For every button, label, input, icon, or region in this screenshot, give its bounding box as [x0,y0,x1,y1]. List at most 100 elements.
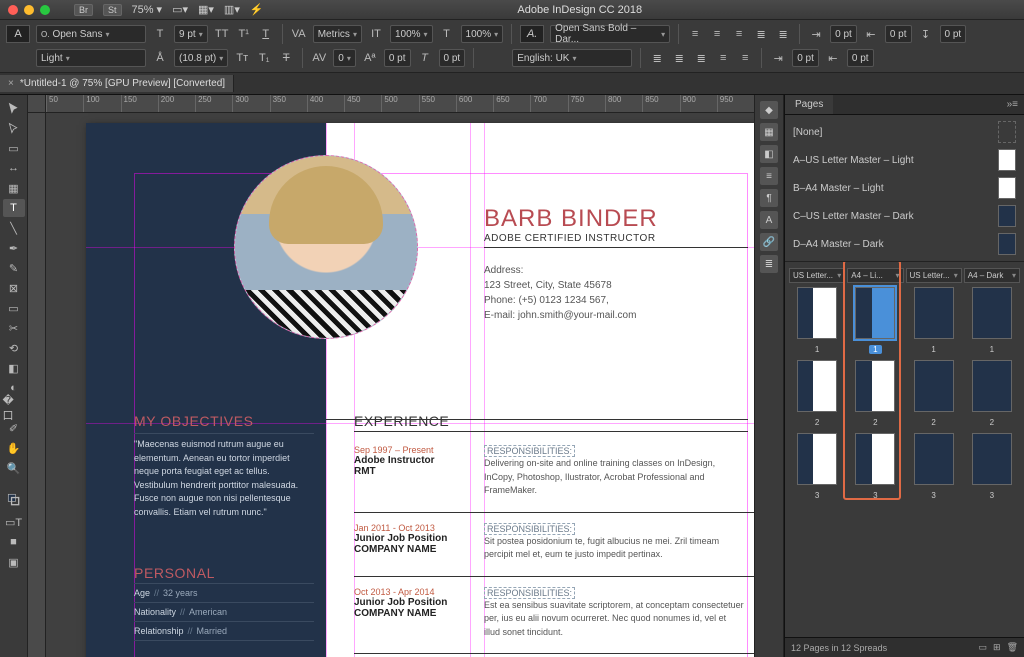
paragraph-styles-icon[interactable]: ¶ [760,189,778,207]
font-family-select[interactable]: O.Open Sans▾ [36,25,146,43]
zoom-tool-icon[interactable]: 🔍 [3,459,25,477]
resume-name[interactable]: BARB BINDER [484,205,658,233]
page-thumbnail[interactable] [914,360,954,412]
contact-block[interactable]: Address: 123 Street, City, State 45678 P… [484,263,636,323]
document-tab[interactable]: × *Untitled-1 @ 75% [GPU Preview] [Conve… [0,75,234,92]
apply-color-icon[interactable]: ■ [3,533,25,551]
stroke-icon[interactable]: ≡ [760,167,778,185]
skew-input[interactable]: 0 pt [439,49,466,67]
underline-icon[interactable]: T [258,26,274,42]
justify-all-icon[interactable]: ≣ [775,26,791,42]
font-size-select[interactable]: 9 pt▾ [174,25,208,43]
leading-select[interactable]: (10.8 pt)▾ [174,49,228,67]
page-group-header[interactable]: A4 – Dark▾ [964,268,1020,283]
pencil-tool-icon[interactable]: ✎ [3,259,25,277]
page-thumbnail[interactable] [797,360,837,412]
ruler-corner[interactable] [28,95,46,113]
horizontal-ruler[interactable]: 5010015020025030035040045050055060065070… [46,95,754,113]
type-tool-icon[interactable]: T [3,199,25,217]
kerning-select[interactable]: Metrics▾ [313,25,362,43]
justify-left-icon[interactable]: ≣ [649,50,665,66]
master-none[interactable]: [None] [793,121,1016,143]
experience-entry[interactable]: Jan 2011 - Oct 2013Junior Job PositionCO… [354,523,754,562]
master-item[interactable]: A–US Letter Master – Light [793,149,1016,171]
layers-icon[interactable]: ≣ [760,255,778,273]
justify-icon[interactable]: ≣ [753,26,769,42]
align-left-icon[interactable]: ≡ [687,26,703,42]
links-icon[interactable]: 🔗 [760,233,778,251]
page-thumbnail[interactable] [855,287,895,339]
scissors-tool-icon[interactable]: ✂ [3,319,25,337]
window-close-icon[interactable] [8,5,18,15]
free-transform-tool-icon[interactable]: ⟲ [3,339,25,357]
color-icon[interactable]: ◧ [760,145,778,163]
align-right-icon[interactable]: ≡ [731,26,747,42]
canvas-area[interactable]: 5010015020025030035040045050055060065070… [28,95,754,657]
pen-tool-icon[interactable]: ✒ [3,239,25,257]
gpu-icon[interactable]: ⚡ [250,3,264,16]
scalex-select[interactable]: 100%▾ [390,25,433,43]
new-page-icon[interactable]: ⊞ [993,642,1001,653]
space-before-input[interactable]: 0 pt [940,25,967,43]
master-item[interactable]: C–US Letter Master – Dark [793,205,1016,227]
personal-block[interactable]: PERSONAL Age//32 yearsNationality//Ameri… [134,565,314,643]
page-thumbnail[interactable] [914,433,954,485]
stock-badge[interactable]: St [103,4,122,16]
objectives-block[interactable]: MY OBJECTIVES "Maecenas euismod rutrum a… [134,413,314,519]
vertical-ruler[interactable] [28,113,46,657]
space-after-input[interactable]: 0 pt [847,49,874,67]
page-tool-icon[interactable]: ▭ [3,139,25,157]
view-options-icon[interactable]: ▭▾ [172,3,188,16]
font-style-select[interactable]: Light▾ [36,49,146,67]
resume-subtitle[interactable]: ADOBE CERTIFIED INSTRUCTOR [484,233,656,244]
screen-mode-tool-icon[interactable]: ▣ [3,553,25,571]
align-center-icon[interactable]: ≡ [709,26,725,42]
direct-select-tool-icon[interactable] [3,119,25,137]
rectangle-frame-tool-icon[interactable]: ⊠ [3,279,25,297]
page-thumbnail[interactable] [855,433,895,485]
page-thumbnail[interactable] [972,287,1012,339]
cc-libraries-icon[interactable]: ◆ [760,101,778,119]
page-group-header[interactable]: US Letter...▾ [789,268,845,283]
subscript-icon[interactable]: T₁ [256,50,272,66]
allcaps-icon[interactable]: TT [214,26,230,42]
page-group-header[interactable]: A4 – Li...▾ [847,268,903,283]
experience-heading[interactable]: EXPERIENCE [354,413,464,429]
fill-stroke-icon[interactable] [3,487,25,511]
justify-center-icon[interactable]: ≣ [671,50,687,66]
formatting-container-icon[interactable]: ▭T [3,513,25,531]
close-icon[interactable]: × [8,78,14,89]
strikethrough-icon[interactable]: T [278,50,294,66]
window-zoom-icon[interactable] [40,5,50,15]
align-toward-icon[interactable]: ≡ [715,50,731,66]
scaley-select[interactable]: 100%▾ [461,25,504,43]
document-page[interactable]: BARB BINDER ADOBE CERTIFIED INSTRUCTOR A… [86,123,754,657]
eyedropper-tool-icon[interactable]: ✐ [3,419,25,437]
window-minimize-icon[interactable] [24,5,34,15]
master-item[interactable]: B–A4 Master – Light [793,177,1016,199]
swatches-icon[interactable]: ▦ [760,123,778,141]
char-style-select[interactable]: Open Sans Bold – Dar...▾ [550,25,670,43]
masters-list[interactable]: [None] A–US Letter Master – Light B–A4 M… [785,115,1024,262]
baseline-input[interactable]: 0 pt [384,49,411,67]
rectangle-tool-icon[interactable]: ▭ [3,299,25,317]
note-tool-icon[interactable]: �口 [3,399,25,417]
zoom-level[interactable]: 75%▾ [132,3,163,16]
master-item[interactable]: D–A4 Master – Dark [793,233,1016,255]
content-collector-icon[interactable]: ▦ [3,179,25,197]
line-tool-icon[interactable]: ╲ [3,219,25,237]
page-thumbnail[interactable] [855,360,895,412]
character-mode-icon[interactable]: A [6,25,30,43]
firstline-indent-input[interactable]: 0 pt [792,49,819,67]
justify-right-icon[interactable]: ≣ [693,50,709,66]
bridge-badge[interactable]: Br [74,4,93,16]
indent-left-input[interactable]: 0 pt [830,25,857,43]
gap-tool-icon[interactable]: ↔ [3,159,25,177]
page-thumbnail[interactable] [797,433,837,485]
edit-page-size-icon[interactable]: ▭ [979,642,988,653]
page-thumbnail[interactable] [972,433,1012,485]
hand-tool-icon[interactable]: ✋ [3,439,25,457]
page-group-header[interactable]: US Letter...▾ [906,268,962,283]
gradient-swatch-tool-icon[interactable]: ◧ [3,359,25,377]
profile-photo[interactable] [234,155,418,339]
